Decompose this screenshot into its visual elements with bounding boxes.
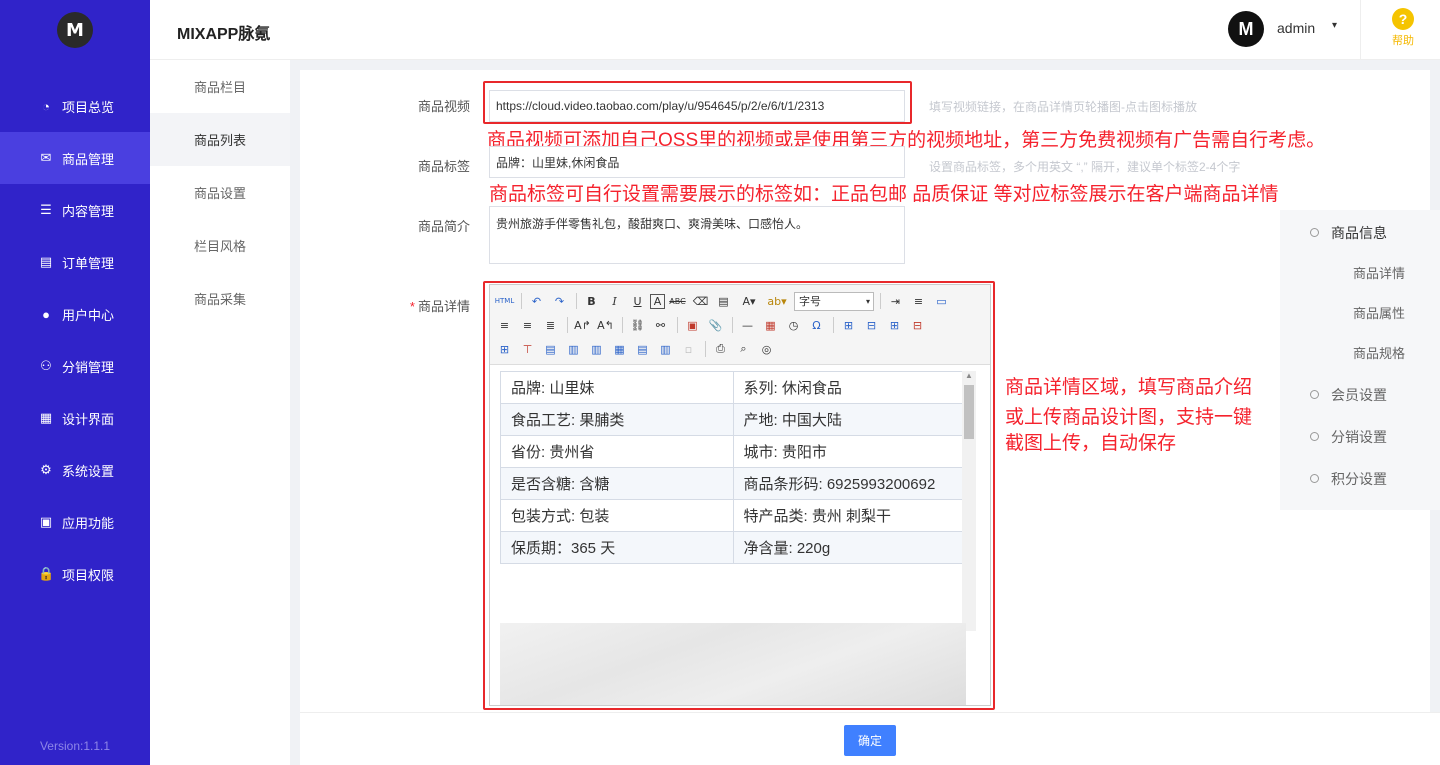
confirm-button[interactable]: 确定 (844, 725, 896, 756)
anchor-label: 商品信息 (1331, 225, 1387, 241)
anchor-product-attrs[interactable]: 商品属性 (1353, 303, 1405, 322)
users-icon: ⚇ (40, 358, 52, 373)
sidebar-item-label: 项目权限 (62, 567, 115, 583)
help-button[interactable]: ? 帮助 (1388, 8, 1418, 48)
subnav-item-product-list[interactable]: 商品列表 (150, 113, 290, 166)
tag-input[interactable]: 品牌：山里妹,休闲食品 (489, 146, 905, 178)
anchor-label: 分销设置 (1331, 429, 1387, 445)
subnav-item-categories[interactable]: 商品栏目 (150, 60, 290, 113)
anchor-product-specs[interactable]: 商品规格 (1353, 343, 1405, 362)
anchor-label: 积分设置 (1331, 471, 1387, 487)
sidebar-item-content[interactable]: ☰ 内容管理 (0, 184, 150, 236)
sidebar-item-overview[interactable]: ◔ 项目总览 (0, 80, 150, 132)
sidebar-item-apps[interactable]: ▣ 应用功能 (0, 496, 150, 548)
chevron-down-icon[interactable]: ▾ (1332, 20, 1337, 31)
anchor-label: 会员设置 (1331, 387, 1387, 403)
form-footer: 确定 (300, 712, 1440, 765)
gear-icon: ⚙ (40, 462, 52, 477)
app-title: MIXAPP脉氪 (177, 26, 271, 43)
sidebar-item-label: 系统设置 (62, 463, 115, 479)
product-form: 商品视频 https://cloud.video.taobao.com/play… (300, 70, 1430, 765)
subnav-item-category-style[interactable]: 栏目风格 (150, 219, 290, 272)
logo: M (57, 12, 93, 48)
sidebar-item-distribution[interactable]: ⚇ 分销管理 (0, 340, 150, 392)
help-icon: ? (1392, 8, 1414, 30)
subnav-item-product-collect[interactable]: 商品采集 (150, 272, 290, 325)
tag-label: 商品标签 (417, 159, 470, 174)
video-hint: 填写视频链接，在商品详情页轮播图-点击图标播放 (929, 100, 1197, 114)
sidebar-item-label: 分销管理 (62, 359, 115, 375)
anchor-dot (1310, 474, 1319, 483)
intro-label: 商品简介 (417, 219, 470, 234)
intro-textarea[interactable]: 贵州旅游手伴零售礼包，酸甜爽口、爽滑美味、口感怡人。 (489, 206, 905, 264)
sidebar-item-users[interactable]: ● 用户中心 (0, 288, 150, 340)
detail-annotation-line2: 或上传商品设计图，支持一键 (1005, 407, 1253, 428)
sidebar-item-label: 用户中心 (62, 307, 115, 323)
video-highlight-box (483, 81, 912, 124)
sidebar-item-orders[interactable]: ▤ 订单管理 (0, 236, 150, 288)
anchor-member-settings[interactable]: 会员设置 (1310, 385, 1387, 405)
avatar[interactable]: M (1228, 11, 1264, 47)
anchor-product-detail[interactable]: 商品详情 (1353, 263, 1405, 282)
list-icon: ☰ (40, 202, 52, 217)
detail-annotation-line3: 截图上传，自动保存 (1005, 433, 1177, 454)
version-label: Version:1.1.1 (39, 739, 111, 753)
mail-icon: ✉ (40, 150, 52, 165)
layout-icon: ▦ (39, 410, 53, 425)
anchor-dot (1310, 228, 1319, 237)
sidebar-item-label: 应用功能 (62, 515, 115, 531)
video-label: 商品视频 (417, 99, 470, 114)
anchor-dot (1310, 390, 1319, 399)
help-label: 帮助 (1392, 35, 1414, 47)
user-icon: ● (42, 306, 50, 322)
grid-icon: ▣ (39, 514, 53, 529)
header-divider (1360, 0, 1361, 60)
detail-highlight-box (483, 281, 995, 710)
tag-annotation: 商品标签可自行设置需要展示的标签如：正品包邮 品质保证 等对应标签展示在客户端商… (489, 184, 1279, 205)
sidebar-item-settings[interactable]: ⚙ 系统设置 (0, 444, 150, 496)
anchor-dot (1310, 432, 1319, 441)
anchor-distribution-settings[interactable]: 分销设置 (1310, 427, 1387, 447)
sidebar-item-label: 订单管理 (62, 255, 115, 271)
sidebar-item-label: 内容管理 (62, 203, 115, 219)
top-header: MIXAPP脉氪 M admin ▾ ? 帮助 (150, 0, 1440, 60)
required-mark: * (409, 299, 415, 314)
sidebar-item-label: 项目总览 (62, 99, 115, 115)
sidebar-item-design[interactable]: ▦ 设计界面 (0, 392, 150, 444)
logo-area: M (0, 0, 150, 60)
sidebar-item-label: 商品管理 (62, 151, 115, 167)
subnav-item-product-settings[interactable]: 商品设置 (150, 166, 290, 219)
anchor-points-settings[interactable]: 积分设置 (1310, 469, 1387, 489)
detail-annotation-line1: 商品详情区域，填写商品介绍 (1005, 377, 1253, 398)
detail-label-text: 商品详情 (417, 299, 470, 314)
user-name[interactable]: admin (1277, 20, 1315, 36)
sidebar: M ◔ 项目总览 ✉ 商品管理 ☰ 内容管理 ▤ 订单管理 ● 用户中心 ⚇ 分销管理 ▦ 设… (0, 0, 150, 765)
sidebar-item-permissions[interactable]: 🔒 项目权限 (0, 548, 150, 600)
tag-hint: 设置商品标签，多个用英文 “,” 隔开，建议单个标签2-4个字 (929, 160, 1241, 174)
sidebar-item-products[interactable]: ✉ 商品管理 (0, 132, 150, 184)
sidebar-item-label: 设计界面 (62, 411, 115, 427)
sidebar-nav: ◔ 项目总览 ✉ 商品管理 ☰ 内容管理 ▤ 订单管理 ● 用户中心 ⚇ 分销管理 ▦ 设计界… (0, 80, 150, 600)
anchor-product-info[interactable]: 商品信息 (1310, 223, 1387, 243)
pie-chart-icon: ◔ (42, 98, 50, 114)
section-anchor-nav: 商品信息 商品详情 商品属性 商品规格 会员设置 分销设置 积分设置 (1280, 210, 1440, 510)
document-icon: ▤ (39, 254, 53, 269)
detail-label: * 商品详情 (380, 296, 470, 315)
product-subnav: 商品栏目 商品列表 商品设置 栏目风格 商品采集 (150, 60, 290, 765)
lock-icon: 🔒 (38, 566, 55, 581)
